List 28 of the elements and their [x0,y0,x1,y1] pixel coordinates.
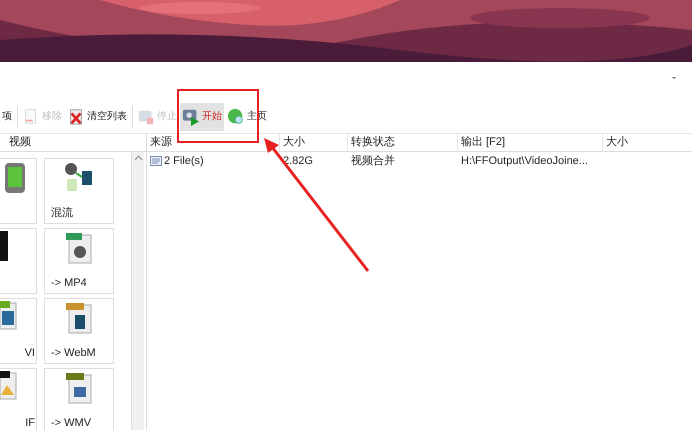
table-cell-text: 视频合并 [351,154,395,169]
globe-icon [227,108,245,126]
toolbar-button[interactable]: 清空列表 [65,102,129,130]
format-tile[interactable]: IF [0,368,37,430]
delete-icon [67,108,85,126]
column-header[interactable]: 输出 [F2] [458,134,603,151]
scrollbar[interactable] [131,152,144,430]
toolbar-button[interactable]: 开始 [180,102,224,130]
column-header[interactable]: 大小 [603,134,692,151]
format-tile[interactable] [0,228,37,294]
minimize-button[interactable]: - [672,68,676,86]
file-image-icon [0,371,17,401]
format-tile[interactable]: VI [0,298,37,364]
column-header[interactable]: 大小 [280,134,348,151]
format-tile[interactable] [0,158,37,224]
format-tile[interactable]: -> MP4 [44,228,114,294]
panel-title: 视频 [9,135,31,150]
table-cell-text: 2 File(s) [164,154,204,169]
format-tile[interactable]: -> WMV [44,368,114,430]
toolbar-button[interactable]: 项 [0,102,14,130]
stop-icon [137,108,155,126]
file-list-icon [150,156,162,166]
format-tile[interactable]: -> WebM [44,298,114,364]
column-header[interactable]: 转换状态 [348,134,458,151]
format-tile[interactable]: 混流 [44,158,114,224]
table-cell-text: H:\FFOutput\VideoJoine... [461,154,588,169]
file-film-icon [0,301,17,331]
play-icon [182,108,200,126]
